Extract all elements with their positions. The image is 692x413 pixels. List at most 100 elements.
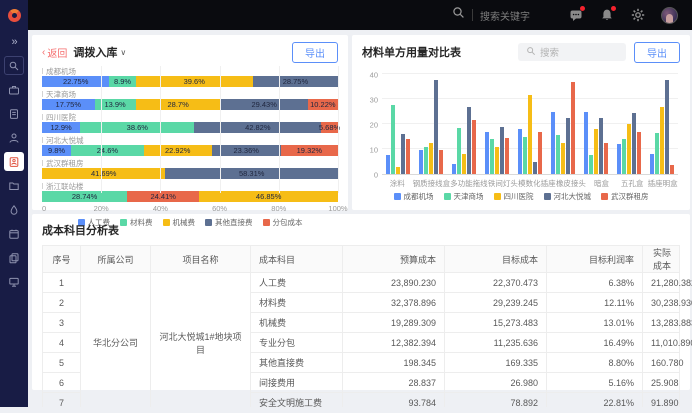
app-logo[interactable] — [0, 0, 28, 30]
bar — [622, 139, 626, 174]
bar — [406, 139, 410, 174]
bar — [457, 128, 461, 174]
table-cell: 22,370.473 — [445, 273, 547, 293]
table-cell: 198.345 — [343, 353, 445, 373]
sidebar-expand-icon[interactable]: » — [11, 36, 16, 48]
bell-icon[interactable] — [599, 8, 614, 23]
sidebar-item-water-drop[interactable] — [4, 200, 24, 219]
bar — [518, 129, 522, 174]
bar-category-label: 天津商场 — [42, 89, 338, 99]
bar-segment: 22.75% — [42, 76, 109, 87]
bar — [556, 135, 560, 174]
bar-segment: 9.8% — [42, 145, 71, 156]
gridline — [220, 66, 221, 193]
company-cell: 华北分公司 — [81, 273, 151, 408]
gridline — [160, 66, 161, 193]
bar — [637, 132, 641, 175]
bar — [424, 147, 428, 175]
sidebar-item-cost-active[interactable] — [4, 152, 24, 171]
table-cell: 3 — [43, 313, 81, 333]
bar-segment: 8.9% — [109, 76, 135, 87]
bar-segment: 23.36% — [212, 145, 281, 156]
x-axis-label: 涂料 — [382, 178, 413, 189]
material-title: 材料单方用量对比表 — [362, 44, 461, 60]
bar-category-label: 四川医院 — [42, 112, 338, 122]
x-axis-label: 铁间灯头 — [488, 178, 519, 189]
bar — [528, 95, 532, 174]
stacked-bar: 9.8%24.6%22.92%23.36%19.32% — [42, 145, 338, 156]
bar-category-label: 武汉群租房 — [42, 158, 338, 168]
x-axis-label: 插座明盒 — [647, 178, 678, 189]
table-cell: 专业分包 — [251, 333, 343, 353]
chat-icon[interactable] — [568, 8, 583, 23]
bar — [551, 112, 555, 175]
x-axis-label: 钢质接线盒 — [413, 178, 451, 189]
bar — [665, 80, 669, 174]
bar — [670, 165, 674, 174]
bar — [561, 143, 565, 174]
sidebar-item-user[interactable] — [4, 128, 24, 147]
legend-item[interactable]: 机械费 — [163, 217, 196, 228]
export-button-left[interactable]: 导出 — [292, 42, 338, 63]
project-cell: 河北大悦城1#地块项目 — [151, 273, 251, 408]
legend-item[interactable]: 四川医院 — [494, 191, 534, 202]
y-axis-tick: 20 — [362, 121, 378, 130]
table-cell: 安全文明施工费 — [251, 393, 343, 408]
bar — [439, 150, 443, 174]
material-legend: 成都机场天津商场四川医院河北大悦城武汉群租房 — [362, 189, 680, 203]
allocation-panel: ‹ 返回 调拨入库 ∨ 导出 成都机场22.75%8.9%39.6%28.75%… — [32, 35, 348, 210]
column-header: 目标利润率 — [547, 246, 643, 273]
bar-segment: 58.31% — [165, 168, 338, 179]
avatar[interactable] — [661, 7, 678, 24]
bar-segment: 24.41% — [127, 191, 199, 202]
main-content: ‹ 返回 调拨入库 ∨ 导出 成都机场22.75%8.9%39.6%28.75%… — [28, 30, 692, 407]
bar — [396, 167, 400, 175]
bar — [462, 154, 466, 174]
bar-segment: 29.43% — [221, 99, 308, 110]
stacked-bar: 41.69%58.31% — [42, 168, 338, 179]
x-axis-label: 五孔盒 — [617, 178, 648, 189]
bell-badge — [611, 6, 616, 11]
gear-icon[interactable] — [630, 8, 645, 23]
bar — [452, 164, 456, 174]
legend-item[interactable]: 武汉群租房 — [601, 191, 649, 202]
y-axis-tick: 40 — [362, 71, 378, 80]
bar — [660, 107, 664, 175]
sidebar-item-briefcase[interactable] — [4, 80, 24, 99]
sidebar-item-folder[interactable] — [4, 176, 24, 195]
bar — [599, 118, 603, 174]
sidebar-item-calendar[interactable] — [4, 224, 24, 243]
table-cell: 23,890.230 — [343, 273, 445, 293]
chevron-down-icon[interactable]: ∨ — [120, 48, 126, 57]
sidebar-item-clipboard[interactable] — [4, 104, 24, 123]
export-button-right[interactable]: 导出 — [634, 42, 680, 63]
back-button[interactable]: ‹ 返回 — [42, 45, 67, 60]
legend-item[interactable]: 天津商场 — [444, 191, 484, 202]
sidebar-item-search[interactable] — [4, 56, 24, 75]
bar — [533, 162, 537, 175]
table-cell: 19,289.309 — [343, 313, 445, 333]
legend-item[interactable]: 河北大悦城 — [544, 191, 592, 202]
legend-item[interactable]: 成都机场 — [394, 191, 434, 202]
table-cell: 160.780 — [643, 353, 680, 373]
legend-item[interactable]: 材料费 — [120, 217, 153, 228]
gridline — [279, 66, 280, 193]
bar — [589, 155, 593, 174]
bar-segment: 28.74% — [42, 191, 127, 202]
app-window: 搜索关键字 » — [0, 0, 692, 413]
sidebar-item-copy[interactable] — [4, 248, 24, 267]
y-axis-tick: 10 — [362, 146, 378, 155]
legend-item[interactable]: 分包成本 — [263, 217, 303, 228]
bar — [485, 132, 489, 175]
stacked-bar: 17.75%13.9%28.7%29.43%10.22% — [42, 99, 338, 110]
cost-table: 序号所属公司项目名称成本科目预算成本目标成本目标利润率实际成本 1华北分公司河北… — [42, 245, 680, 407]
bar — [429, 143, 433, 174]
allocation-chart: 成都机场22.75%8.9%39.6%28.75%天津商场17.75%13.9%… — [42, 66, 338, 215]
global-search[interactable]: 搜索关键字 — [452, 6, 530, 24]
bar-segment: 12.9% — [42, 122, 80, 133]
legend-item[interactable]: 其他直接费 — [205, 217, 253, 228]
table-cell: 32,378.896 — [343, 293, 445, 313]
sidebar-item-screens[interactable] — [4, 272, 24, 291]
table-cell: 169.335 — [445, 353, 547, 373]
material-search-input[interactable]: 搜索 — [518, 43, 626, 61]
